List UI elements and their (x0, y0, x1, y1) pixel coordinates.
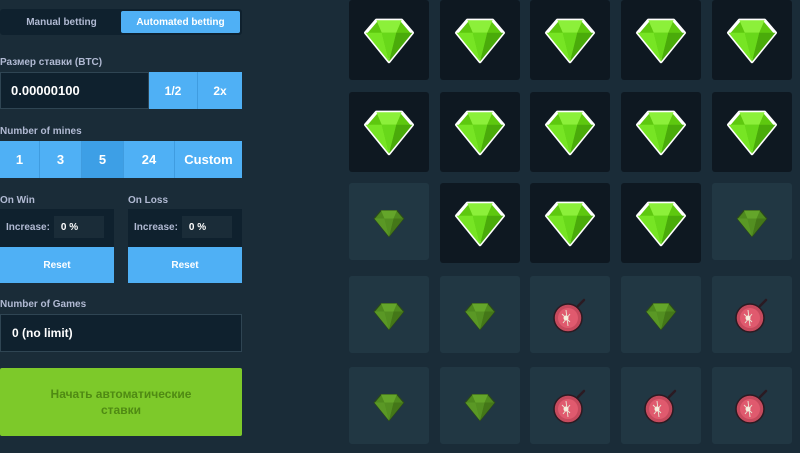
gem-icon (725, 105, 779, 159)
mines-option-24[interactable]: 24 (124, 141, 175, 178)
tile-r3-c1[interactable] (349, 183, 429, 263)
tile-r1-c3[interactable] (530, 0, 610, 80)
gem-icon (362, 13, 416, 67)
tile-r4-c1[interactable] (349, 276, 429, 356)
mine-icon (732, 296, 772, 336)
double-bet-button[interactable]: 2x (198, 72, 242, 109)
gem-icon (463, 299, 497, 333)
tile-r3-c4[interactable] (621, 183, 701, 263)
gem-icon (634, 196, 688, 250)
mines-option-1[interactable]: 1 (0, 141, 40, 178)
mine-icon (550, 296, 590, 336)
gem-icon (453, 105, 507, 159)
gem-icon (644, 299, 678, 333)
tile-r2-c3[interactable] (530, 92, 610, 172)
tile-r1-c1[interactable] (349, 0, 429, 80)
bet-amount-row: 0.00000100 1/2 2x (0, 72, 242, 109)
on-win-increase-input[interactable]: 0 % (53, 216, 104, 238)
tile-r4-c5[interactable] (712, 276, 792, 356)
mines-option-custom[interactable]: Custom (175, 141, 242, 178)
half-bet-button[interactable]: 1/2 (149, 72, 198, 109)
tile-r3-c3[interactable] (530, 183, 610, 263)
gem-icon (735, 206, 769, 240)
tile-r2-c2[interactable] (440, 92, 520, 172)
tile-r1-c5[interactable] (712, 0, 792, 80)
on-loss-label: On Loss (128, 195, 169, 206)
gem-icon (372, 390, 406, 424)
bet-amount-label: Размер ставки (BTC) (0, 57, 103, 68)
tab-automated-betting[interactable]: Automated betting (121, 11, 240, 33)
mine-icon (641, 387, 681, 427)
gem-icon (543, 13, 597, 67)
gem-icon (543, 105, 597, 159)
gem-icon (543, 196, 597, 250)
mine-icon (732, 387, 772, 427)
gem-icon (453, 196, 507, 250)
mines-board (262, 0, 800, 453)
mine-icon (550, 387, 590, 427)
number-of-games-label: Number of Games (0, 299, 87, 310)
bet-amount-input[interactable]: 0.00000100 (0, 72, 149, 109)
mines-option-5[interactable]: 5 (82, 141, 124, 178)
gem-icon (634, 13, 688, 67)
on-win-increase-label: Increase: (6, 221, 50, 233)
gem-icon (453, 13, 507, 67)
gem-icon (362, 105, 416, 159)
on-loss-increase-row: Increase: 0 % (128, 209, 242, 245)
tile-r1-c2[interactable] (440, 0, 520, 80)
tile-r3-c5[interactable] (712, 183, 792, 263)
mines-game: Manual betting Automated betting Размер … (0, 0, 800, 453)
tile-r5-c1[interactable] (349, 367, 429, 447)
on-loss-panel: Increase: 0 % Reset (128, 209, 242, 283)
on-loss-increase-label: Increase: (134, 221, 178, 233)
sidebar: Manual betting Automated betting Размер … (0, 0, 262, 453)
tile-r5-c5[interactable] (712, 367, 792, 447)
tile-r3-c2[interactable] (440, 183, 520, 263)
on-win-reset-button[interactable]: Reset (0, 247, 114, 283)
tile-r2-c1[interactable] (349, 92, 429, 172)
gem-icon (372, 206, 406, 240)
tile-r5-c3[interactable] (530, 367, 610, 447)
gem-icon (372, 299, 406, 333)
on-win-panel: Increase: 0 % Reset (0, 209, 114, 283)
gem-icon (463, 390, 497, 424)
start-autobet-button[interactable]: Начать автоматические ставки (0, 368, 242, 436)
betting-mode-tabs: Manual betting Automated betting (0, 9, 242, 35)
number-of-games-input[interactable]: 0 (no limit) (0, 314, 242, 352)
on-win-increase-row: Increase: 0 % (0, 209, 114, 245)
mines-label: Number of mines (0, 126, 82, 137)
tile-r1-c4[interactable] (621, 0, 701, 80)
on-loss-reset-button[interactable]: Reset (128, 247, 242, 283)
tab-manual-betting[interactable]: Manual betting (2, 11, 121, 33)
on-win-label: On Win (0, 195, 35, 206)
tile-r4-c4[interactable] (621, 276, 701, 356)
mines-selector: 1 3 5 24 Custom (0, 141, 242, 178)
tile-r2-c4[interactable] (621, 92, 701, 172)
tile-r5-c2[interactable] (440, 367, 520, 447)
tile-r5-c4[interactable] (621, 367, 701, 447)
gem-icon (634, 105, 688, 159)
mines-option-3[interactable]: 3 (40, 141, 82, 178)
gem-icon (725, 13, 779, 67)
tile-r4-c2[interactable] (440, 276, 520, 356)
tile-r2-c5[interactable] (712, 92, 792, 172)
on-loss-increase-input[interactable]: 0 % (181, 216, 232, 238)
tile-r4-c3[interactable] (530, 276, 610, 356)
